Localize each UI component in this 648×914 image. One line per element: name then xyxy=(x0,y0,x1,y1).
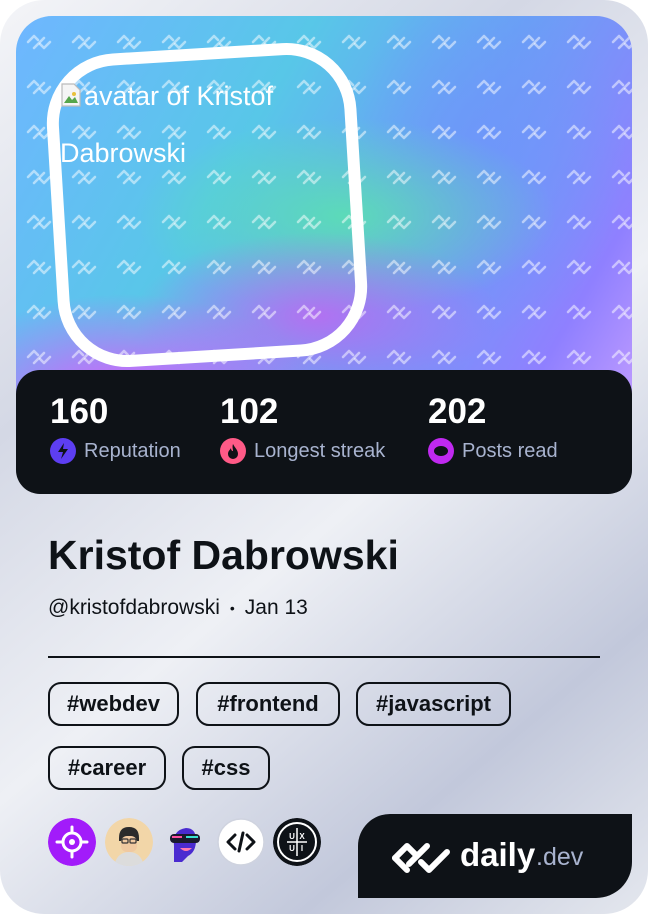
code-badge-icon xyxy=(217,818,265,866)
profile-name: Kristof Dabrowski xyxy=(48,532,399,578)
streak-label: Longest streak xyxy=(254,439,386,462)
stat-longest-streak: 102 Longest streak xyxy=(220,392,385,464)
tag-javascript: #javascript xyxy=(356,682,511,726)
flame-icon xyxy=(220,438,246,464)
daily-dev-logo-icon xyxy=(392,843,450,873)
meta-separator: • xyxy=(229,600,235,616)
tag-webdev: #webdev xyxy=(48,682,179,726)
target-badge-icon xyxy=(48,818,96,866)
join-date: Jan 13 xyxy=(244,596,308,619)
profile-handle: @kristofdabrowski xyxy=(48,596,220,619)
profile-meta: @kristofdabrowski • Jan 13 xyxy=(48,596,308,620)
tag-frontend: #frontend xyxy=(196,682,340,726)
stats-bar: 160 Reputation 102 Longest streak 202 Po… xyxy=(16,370,632,494)
tag-css: #css xyxy=(182,746,270,790)
divider xyxy=(48,656,600,658)
svg-text:I: I xyxy=(301,844,303,853)
svg-text:U: U xyxy=(289,844,295,853)
broken-image-icon xyxy=(61,83,81,107)
eye-icon xyxy=(428,438,454,464)
svg-text:X: X xyxy=(299,832,305,841)
reputation-label: Reputation xyxy=(84,439,181,462)
daily-dev-brand: daily .dev xyxy=(358,814,632,898)
posts-read-value: 202 xyxy=(428,392,487,431)
svg-text:U: U xyxy=(289,832,295,841)
stat-reputation: 160 Reputation xyxy=(50,392,181,464)
tag-career: #career xyxy=(48,746,166,790)
reputation-value: 160 xyxy=(50,392,109,431)
robot-head-badge xyxy=(170,828,200,862)
posts-read-label: Posts read xyxy=(462,439,558,462)
avatar-alt-text: avatar of Kristof Dabrowski xyxy=(60,81,274,168)
profile-card: avatar of Kristof Dabrowski 160 Reputati… xyxy=(0,0,648,914)
brand-dev-text: .dev xyxy=(536,843,584,871)
user-avatar-badge xyxy=(105,818,153,866)
brand-daily-text: daily xyxy=(460,836,536,873)
avatar: avatar of Kristof Dabrowski xyxy=(60,68,350,182)
stat-posts-read: 202 Posts read xyxy=(428,392,558,464)
bolt-icon xyxy=(50,438,76,464)
streak-value: 102 xyxy=(220,392,279,431)
ux-ui-badge-icon: U X U I xyxy=(273,818,321,866)
